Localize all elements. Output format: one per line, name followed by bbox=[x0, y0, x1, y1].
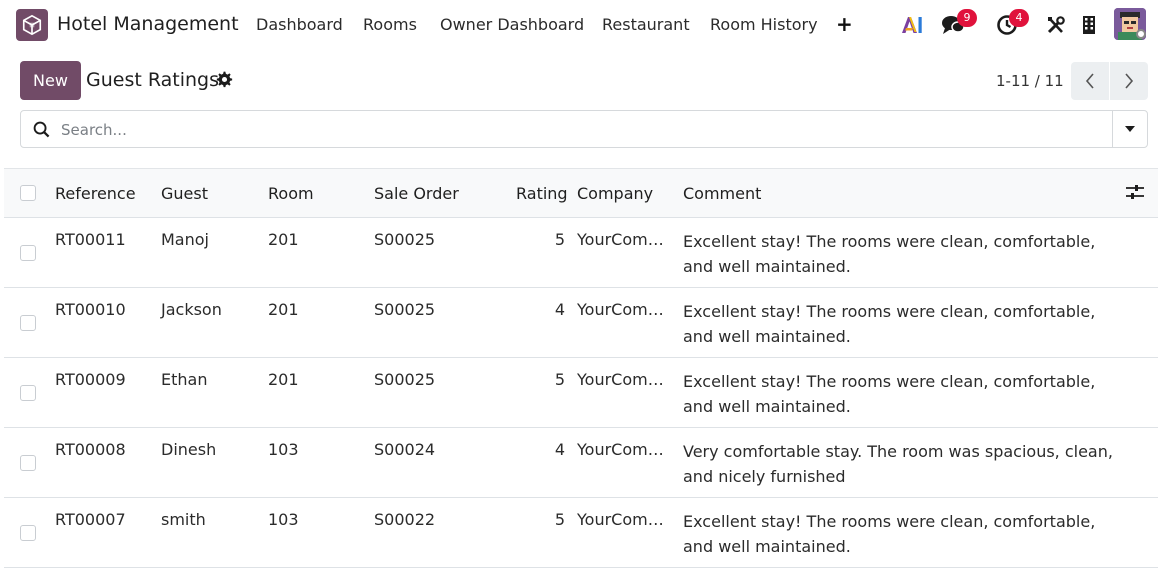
cell-room: 103 bbox=[268, 440, 299, 459]
row-checkbox[interactable] bbox=[20, 525, 36, 541]
col-comment[interactable]: Comment bbox=[683, 184, 761, 203]
cell-sale-order: S00025 bbox=[374, 300, 436, 319]
company-building-icon[interactable] bbox=[1076, 12, 1102, 38]
cell-reference: RT00010 bbox=[55, 300, 126, 319]
search-options-toggle[interactable] bbox=[1112, 111, 1147, 147]
cell-comment: Excellent stay! The rooms were clean, co… bbox=[683, 372, 1096, 416]
cell-rating: 5 bbox=[554, 230, 565, 249]
cell-sale-order: S00022 bbox=[374, 510, 436, 529]
cell-company: YourCom… bbox=[577, 510, 664, 529]
caret-down-icon bbox=[1125, 126, 1135, 132]
cell-reference: RT00009 bbox=[55, 370, 126, 389]
cell-sale-order: S00025 bbox=[374, 370, 436, 389]
pager-next-button[interactable] bbox=[1110, 62, 1148, 100]
table-row[interactable]: RT00010 Jackson 201 S00025 4 YourCom… Ex… bbox=[4, 288, 1158, 358]
col-reference[interactable]: Reference bbox=[55, 184, 136, 203]
cell-comment: Excellent stay! The rooms were clean, co… bbox=[683, 302, 1096, 346]
chevron-right-icon bbox=[1125, 73, 1134, 89]
ratings-table: Reference Guest Room Sale Order Rating C… bbox=[4, 168, 1158, 568]
gear-icon[interactable] bbox=[216, 71, 233, 92]
nav-rooms[interactable]: Rooms bbox=[363, 15, 417, 34]
cell-room: 201 bbox=[268, 300, 299, 319]
cell-rating: 4 bbox=[554, 440, 565, 459]
cell-guest: Dinesh bbox=[161, 440, 217, 459]
nav-dashboard[interactable]: Dashboard bbox=[256, 15, 343, 34]
cell-comment: Excellent stay! The rooms were clean, co… bbox=[683, 232, 1096, 276]
cell-company: YourCom… bbox=[577, 300, 664, 319]
app-title[interactable]: Hotel Management bbox=[57, 13, 239, 35]
nav-more-plus-icon[interactable]: + bbox=[836, 12, 853, 36]
row-checkbox[interactable] bbox=[20, 245, 36, 261]
table-row[interactable]: RT00011 Manoj 201 S00025 5 YourCom… Exce… bbox=[4, 218, 1158, 288]
cell-sale-order: S00025 bbox=[374, 230, 436, 249]
table-row[interactable]: RT00007 smith 103 S00022 5 YourCom… Exce… bbox=[4, 498, 1158, 568]
table-row[interactable]: RT00008 Dinesh 103 S00024 4 YourCom… Ver… bbox=[4, 428, 1158, 498]
col-room[interactable]: Room bbox=[268, 184, 314, 203]
select-all-checkbox[interactable] bbox=[20, 185, 36, 201]
row-checkbox[interactable] bbox=[20, 315, 36, 331]
cube-icon bbox=[22, 14, 42, 36]
page-title: Guest Ratings bbox=[86, 69, 219, 91]
table-row[interactable]: RT00009 Ethan 201 S00025 5 YourCom… Exce… bbox=[4, 358, 1158, 428]
cell-rating: 5 bbox=[554, 370, 565, 389]
top-navbar: Hotel Management Dashboard Rooms Owner D… bbox=[0, 0, 1162, 50]
cell-company: YourCom… bbox=[577, 370, 664, 389]
search-input[interactable] bbox=[59, 117, 1123, 143]
nav-owner-dashboard[interactable]: Owner Dashboard bbox=[440, 15, 584, 34]
cell-comment: Very comfortable stay. The room was spac… bbox=[683, 442, 1113, 486]
cell-room: 201 bbox=[268, 230, 299, 249]
cell-reference: RT00007 bbox=[55, 510, 126, 529]
cell-company: YourCom… bbox=[577, 230, 664, 249]
cell-company: YourCom… bbox=[577, 440, 664, 459]
pager-value[interactable]: 1-11 / 11 bbox=[996, 72, 1064, 90]
cell-guest: Ethan bbox=[161, 370, 208, 389]
col-guest[interactable]: Guest bbox=[161, 184, 208, 203]
new-button[interactable]: New bbox=[20, 61, 81, 100]
cell-rating: 5 bbox=[554, 510, 565, 529]
nav-room-history[interactable]: Room History bbox=[710, 15, 818, 34]
cell-sale-order: S00024 bbox=[374, 440, 436, 459]
search-icon bbox=[33, 121, 50, 142]
debug-tools-icon[interactable] bbox=[1043, 12, 1069, 38]
row-checkbox[interactable] bbox=[20, 385, 36, 401]
activities-badge: 4 bbox=[1009, 9, 1029, 27]
messages-badge: 9 bbox=[957, 9, 977, 27]
cell-reference: RT00011 bbox=[55, 230, 126, 249]
table-header: Reference Guest Room Sale Order Rating C… bbox=[4, 168, 1158, 218]
cell-guest: Manoj bbox=[161, 230, 209, 249]
app-menu-icon[interactable] bbox=[16, 9, 48, 41]
cell-guest: smith bbox=[161, 510, 206, 529]
nav-restaurant[interactable]: Restaurant bbox=[602, 15, 690, 34]
pager-previous-button[interactable] bbox=[1071, 62, 1109, 100]
cell-room: 201 bbox=[268, 370, 299, 389]
chevron-left-icon bbox=[1085, 73, 1094, 89]
user-status-icon bbox=[1136, 29, 1146, 39]
optional-columns-sliders-icon[interactable] bbox=[1126, 184, 1144, 204]
ai-icon[interactable] bbox=[899, 12, 925, 38]
cell-reference: RT00008 bbox=[55, 440, 126, 459]
row-checkbox[interactable] bbox=[20, 455, 36, 471]
cell-rating: 4 bbox=[554, 300, 565, 319]
col-rating[interactable]: Rating bbox=[516, 184, 568, 203]
col-company[interactable]: Company bbox=[577, 184, 653, 203]
cell-room: 103 bbox=[268, 510, 299, 529]
search-bar bbox=[20, 110, 1148, 148]
col-sale-order[interactable]: Sale Order bbox=[374, 184, 459, 203]
cell-guest: Jackson bbox=[161, 300, 222, 319]
